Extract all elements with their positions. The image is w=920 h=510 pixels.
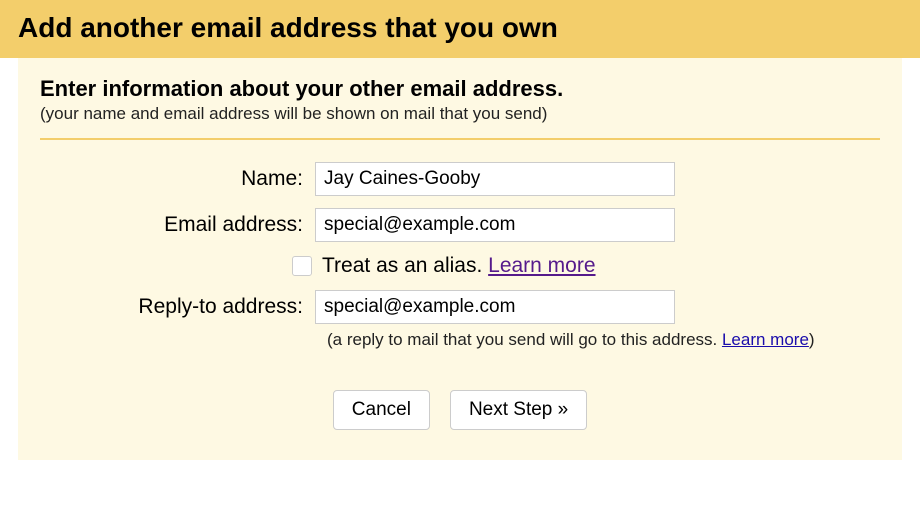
cancel-button[interactable]: Cancel	[333, 390, 430, 430]
replyto-learn-more-link[interactable]: Learn more	[722, 330, 809, 349]
alias-text: Treat as an alias.	[322, 254, 488, 277]
alias-learn-more-link[interactable]: Learn more	[488, 254, 595, 277]
divider	[40, 138, 880, 140]
replyto-label: Reply-to address:	[40, 295, 315, 319]
alias-label: Treat as an alias. Learn more	[322, 254, 596, 278]
replyto-helper: (a reply to mail that you send will go t…	[40, 330, 880, 350]
next-step-button[interactable]: Next Step »	[450, 390, 587, 430]
alias-checkbox[interactable]	[292, 256, 312, 276]
alias-row: Treat as an alias. Learn more	[40, 254, 880, 278]
section-subtitle: (your name and email address will be sho…	[40, 104, 880, 124]
email-label: Email address:	[40, 213, 315, 237]
name-input[interactable]	[315, 162, 675, 196]
dialog-title: Add another email address that you own	[18, 12, 902, 44]
dialog-header: Add another email address that you own	[0, 0, 920, 58]
replyto-helper-suffix: )	[809, 330, 815, 349]
dialog-content: Enter information about your other email…	[18, 58, 902, 460]
replyto-row: Reply-to address:	[40, 290, 880, 324]
replyto-helper-prefix: (a reply to mail that you send will go t…	[327, 330, 722, 349]
button-row: Cancel Next Step »	[40, 390, 880, 430]
name-row: Name:	[40, 162, 880, 196]
email-input[interactable]	[315, 208, 675, 242]
email-row: Email address:	[40, 208, 880, 242]
section-title: Enter information about your other email…	[40, 76, 880, 102]
replyto-input[interactable]	[315, 290, 675, 324]
name-label: Name:	[40, 167, 315, 191]
